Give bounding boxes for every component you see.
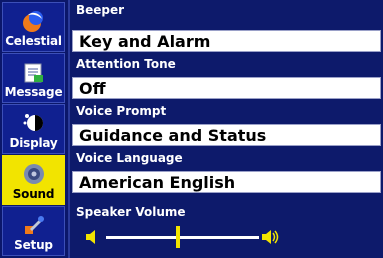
voice-language-label: Voice Language [76, 151, 183, 165]
setup-icon [21, 213, 47, 237]
tab-label: Setup [14, 238, 53, 252]
speaker-volume-slider[interactable] [106, 236, 259, 239]
speaker-volume-label: Speaker Volume [76, 205, 186, 219]
tab-message[interactable]: Message [2, 53, 65, 103]
message-icon [21, 60, 47, 84]
sound-settings-panel: Beeper Key and Alarm Attention Tone Off … [70, 0, 383, 258]
speaker-volume-thumb[interactable] [175, 226, 180, 248]
celestial-icon [21, 9, 47, 33]
voice-prompt-field[interactable]: Guidance and Status [72, 124, 381, 146]
attention-tone-field[interactable]: Off [72, 77, 381, 99]
tab-sound[interactable]: Sound [2, 155, 65, 205]
tab-label: Display [9, 136, 58, 150]
tab-label: Celestial [5, 34, 62, 48]
voice-prompt-label: Voice Prompt [76, 104, 167, 118]
beeper-label: Beeper [76, 3, 125, 17]
attention-tone-label: Attention Tone [76, 57, 176, 71]
speaker-low-icon [84, 228, 102, 246]
sidebar: Celestial Message Display Sound Setup [0, 0, 70, 258]
tab-celestial[interactable]: Celestial [2, 2, 65, 52]
display-icon [21, 111, 47, 135]
tab-display[interactable]: Display [2, 104, 65, 154]
speaker-high-icon [260, 228, 279, 246]
beeper-field[interactable]: Key and Alarm [72, 30, 381, 52]
voice-language-field[interactable]: American English [72, 171, 381, 193]
tab-label: Sound [12, 187, 55, 201]
tab-setup[interactable]: Setup [2, 206, 65, 256]
sound-icon [21, 162, 47, 186]
tab-label: Message [4, 85, 63, 99]
